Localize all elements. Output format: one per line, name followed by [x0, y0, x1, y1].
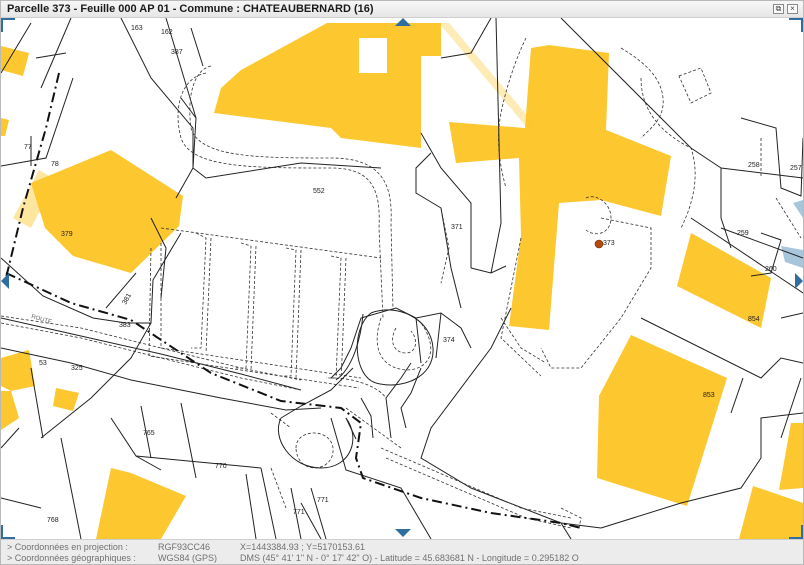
parcel-325: 325 — [71, 365, 83, 372]
geographic-value: DMS (45° 41' 1" N - 0° 17' 42" O) - Lati… — [240, 553, 579, 563]
parcel-162: 162 — [161, 29, 173, 36]
parcel-552: 552 — [313, 188, 325, 195]
parcel-373: 373 — [603, 240, 615, 247]
projection-system: RGF93CC46 — [158, 542, 211, 552]
title-bar: Parcelle 373 - Feuille 000 AP 01 - Commu… — [1, 1, 803, 18]
building-bottom-right — [739, 486, 803, 539]
parcel-258: 258 — [748, 162, 760, 169]
building-top-center — [214, 23, 441, 148]
cadastre-window: Parcelle 373 - Feuille 000 AP 01 - Commu… — [0, 0, 804, 565]
parcel-387: 387 — [171, 49, 183, 56]
parcel-771: 771 — [317, 497, 329, 504]
parcel-854: 854 — [748, 316, 760, 323]
parcel-371: 371 — [451, 224, 463, 231]
parcel-77: 77 — [24, 144, 32, 151]
parcel-381: 381 — [121, 292, 133, 306]
parcel-383: 383 — [119, 322, 131, 329]
parcel-260: 260 — [765, 266, 777, 273]
street-label: ROUTE — [30, 314, 52, 326]
parcel-379: 379 — [61, 231, 73, 238]
building-53b — [1, 391, 19, 430]
pan-up-arrow[interactable] — [395, 18, 411, 26]
parcel-374: 374 — [443, 337, 455, 344]
parcel-768: 768 — [47, 517, 59, 524]
corner-bottom-left-icon[interactable] — [1, 525, 15, 539]
building-53 — [1, 350, 35, 391]
parcel-853: 853 — [703, 392, 715, 399]
coordinates-bar: > Coordonnées en projection : RGF93CC46 … — [1, 539, 803, 564]
close-icon[interactable]: × — [787, 4, 798, 14]
buildings-layer — [1, 23, 803, 539]
building-small-left — [53, 388, 79, 411]
water-patch-2 — [793, 200, 803, 218]
building-853 — [597, 335, 727, 506]
parcel-771b: 771 — [293, 509, 305, 516]
pan-left-arrow[interactable] — [1, 273, 9, 289]
parcel-770: 770 — [215, 463, 227, 470]
parcel-765: 765 — [143, 430, 155, 437]
parcel-257: 257 — [790, 165, 802, 172]
pan-right-arrow[interactable] — [795, 273, 803, 289]
building-cross — [449, 45, 671, 330]
parcel-259: 259 — [737, 230, 749, 237]
cadastral-map[interactable]: ROUTE 163 162 387 77 78 379 381 383 552 … — [1, 18, 803, 539]
building-bottom-left — [96, 468, 186, 539]
building-379 — [31, 150, 183, 273]
window-title: Parcelle 373 - Feuille 000 AP 01 - Commu… — [7, 3, 374, 15]
projection-label: > Coordonnées en projection : — [7, 542, 128, 552]
geographic-label: > Coordonnées géographiques : — [7, 553, 136, 563]
pan-down-arrow[interactable] — [395, 529, 411, 537]
courtyard — [359, 38, 387, 73]
building-854 — [677, 233, 771, 328]
parcel-163: 163 — [131, 25, 143, 32]
parcel-78: 78 — [51, 161, 59, 168]
building-left-mid — [1, 118, 9, 136]
projection-value: X=1443384.93 ; Y=5170153.61 — [240, 542, 365, 552]
geographic-system: WGS84 (GPS) — [158, 553, 218, 563]
building-faded-link — [439, 23, 536, 130]
parcel-marker[interactable] — [594, 239, 604, 249]
restore-icon[interactable]: ⧉ — [773, 4, 784, 14]
corner-top-left-icon[interactable] — [1, 18, 15, 32]
parcel-53: 53 — [39, 360, 47, 367]
map-view[interactable]: ROUTE 163 162 387 77 78 379 381 383 552 … — [1, 18, 803, 539]
corner-top-right-icon[interactable] — [789, 18, 803, 32]
